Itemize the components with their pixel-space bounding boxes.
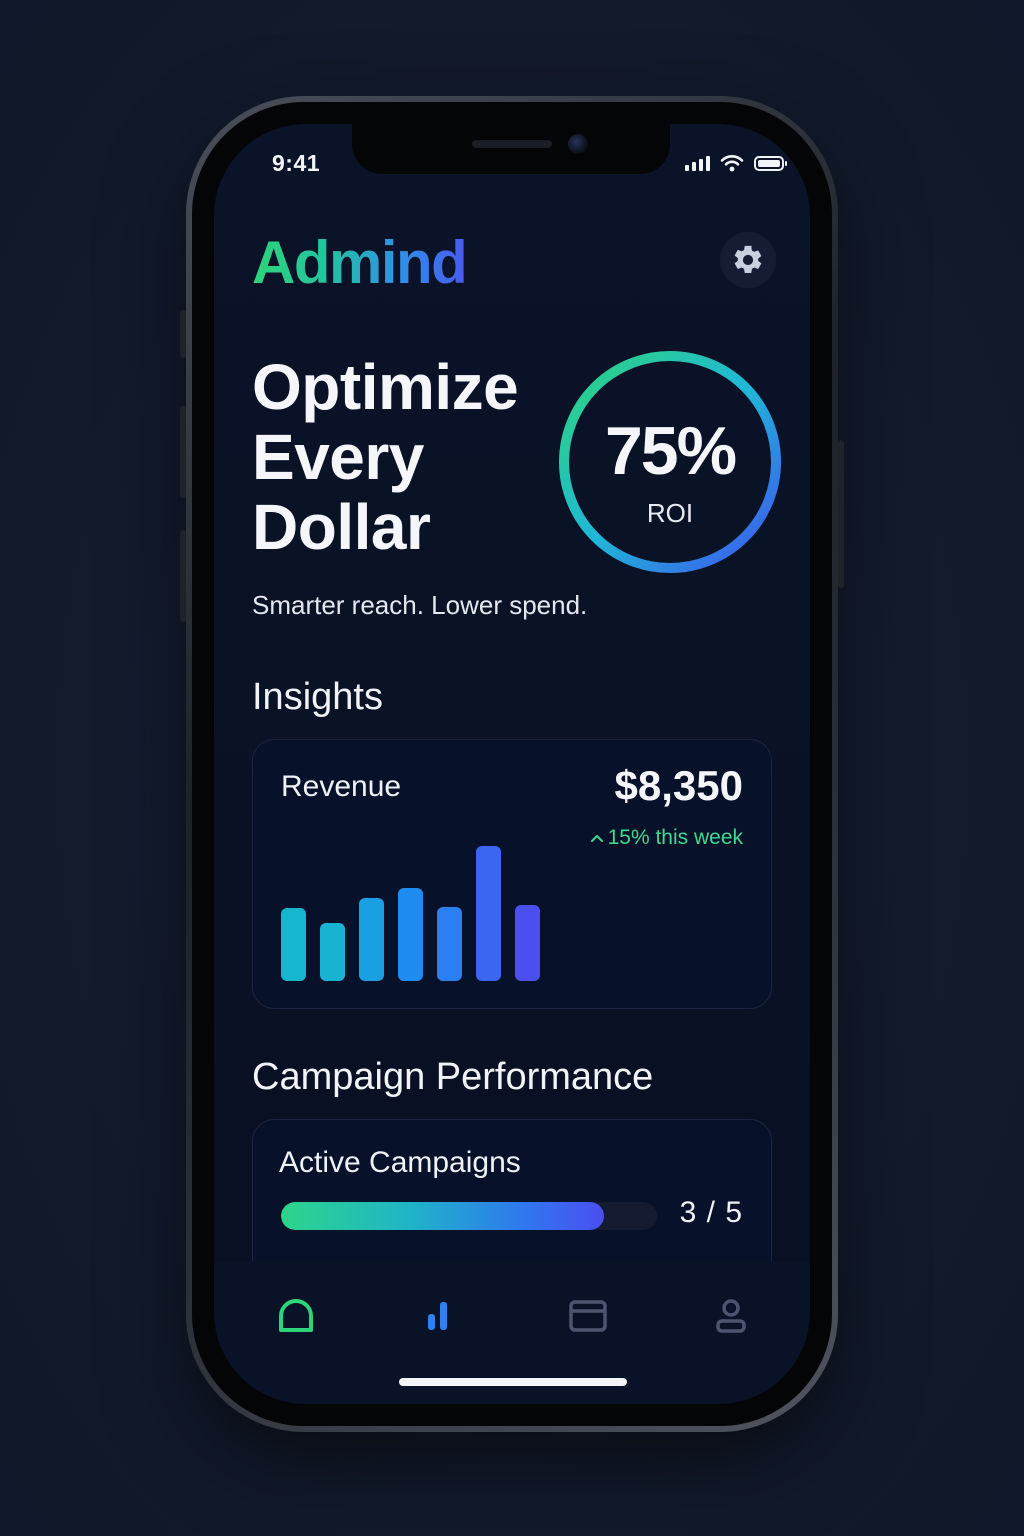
- revenue-bar: [398, 888, 423, 981]
- phone-screen: 9:41 Admind Optimize Every Dollar 75% RO…: [214, 124, 810, 1404]
- tab-home[interactable]: [260, 1280, 332, 1352]
- tab-cards[interactable]: [552, 1280, 624, 1352]
- speaker-grille: [472, 140, 552, 148]
- gear-icon: [734, 245, 762, 274]
- revenue-bar: [281, 908, 306, 981]
- signal-icon: [685, 155, 710, 171]
- hero-title-line-3: Dollar: [252, 491, 431, 563]
- battery-icon: [754, 155, 787, 171]
- bar-chart-icon: [428, 1302, 447, 1330]
- roi-label: ROI: [646, 498, 694, 528]
- campaign-count: 3 / 5: [679, 1196, 743, 1229]
- revenue-bar: [437, 907, 462, 981]
- roi-value: 75%: [604, 413, 737, 489]
- revenue-bar: [515, 905, 540, 981]
- campaign-progress-track: [281, 1202, 657, 1230]
- front-camera: [568, 134, 588, 154]
- revenue-label: Revenue: [281, 770, 402, 803]
- hero-title-line-2: Every: [252, 421, 424, 493]
- wifi-icon: [720, 155, 744, 172]
- campaign-card[interactable]: Active Campaigns 3 / 5: [252, 1119, 772, 1279]
- hero-title-line-1: Optimize: [252, 351, 519, 423]
- revenue-bar-chart: [281, 846, 540, 981]
- settings-button[interactable]: [720, 232, 776, 288]
- notch: [352, 124, 670, 174]
- campaign-title: Campaign Performance: [252, 1056, 654, 1098]
- hero-subtitle: Smarter reach. Lower spend.: [252, 590, 588, 620]
- power-button: [838, 440, 844, 588]
- brand-logo: Admind: [252, 229, 468, 296]
- status-icons: [685, 152, 787, 174]
- revenue-change: 15% this week: [590, 826, 743, 850]
- home-icon: [279, 1299, 313, 1332]
- revenue-change-text: 15% this week: [607, 826, 743, 849]
- campaign-progress-fill: [281, 1202, 605, 1230]
- hero-title: Optimize Every Dollar: [252, 352, 552, 562]
- tab-analytics[interactable]: [402, 1280, 474, 1352]
- card-icon: [569, 1300, 607, 1332]
- tab-profile[interactable]: [695, 1280, 767, 1352]
- revenue-value: $8,350: [614, 762, 743, 809]
- revenue-card[interactable]: Revenue $8,350 15% this week: [252, 739, 772, 1009]
- revenue-bar: [359, 898, 384, 981]
- home-indicator: [399, 1378, 627, 1386]
- chevron-up-icon: [590, 835, 603, 842]
- active-campaigns-label: Active Campaigns: [279, 1146, 521, 1179]
- revenue-bar: [476, 846, 501, 981]
- revenue-bar: [320, 923, 345, 981]
- insights-title: Insights: [252, 676, 383, 718]
- user-icon: [716, 1299, 746, 1333]
- status-time: 9:41: [272, 150, 321, 176]
